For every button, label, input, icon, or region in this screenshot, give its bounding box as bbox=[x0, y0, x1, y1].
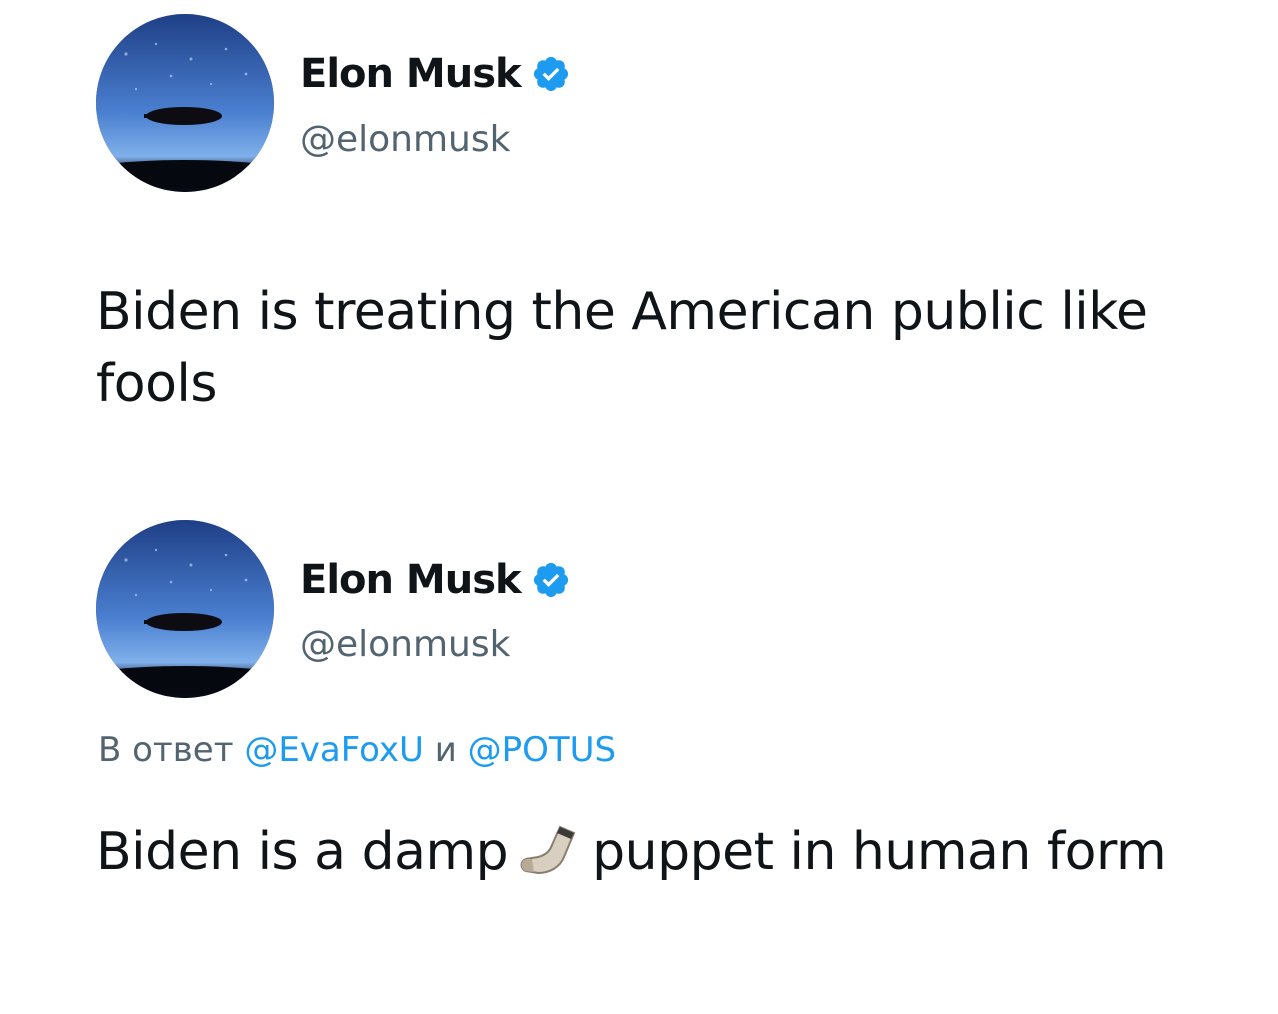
avatar-image bbox=[96, 520, 274, 698]
tweet-text-part: puppet in human form bbox=[592, 822, 1167, 882]
verified-badge-icon bbox=[533, 56, 568, 92]
verified-badge-icon bbox=[533, 562, 568, 598]
sock-icon bbox=[520, 825, 576, 875]
tweet-text-part: Biden is a damp bbox=[96, 822, 509, 882]
tweet-text: Biden is a damp puppet in human form bbox=[96, 816, 1266, 888]
reply-context: В ответ @EvaFoxU и @POTUS bbox=[98, 728, 616, 772]
author-handle[interactable]: @elonmusk bbox=[300, 117, 510, 163]
reply-prefix: В ответ bbox=[98, 730, 234, 770]
author-name-row: Elon Musk bbox=[300, 554, 571, 606]
author-handle[interactable]: @elonmusk bbox=[300, 622, 510, 668]
author-name[interactable]: Elon Musk bbox=[300, 48, 522, 100]
author-name-row: Elon Musk bbox=[300, 48, 571, 100]
tweet-text: Biden is treating the American public li… bbox=[96, 282, 1148, 414]
author-name[interactable]: Elon Musk bbox=[300, 554, 522, 606]
reply-conjunction: и bbox=[434, 730, 457, 770]
avatar[interactable] bbox=[96, 520, 274, 698]
avatar[interactable] bbox=[96, 14, 274, 192]
avatar-image bbox=[96, 14, 274, 192]
tweet-2: Elon Musk @elonmusk В ответ @EvaFoxU и @… bbox=[0, 500, 1278, 1014]
tweet-1: Elon Musk @elonmusk Biden is treating th… bbox=[0, 0, 1278, 500]
mention-link[interactable]: @POTUS bbox=[468, 730, 617, 770]
mention-link[interactable]: @EvaFoxU bbox=[244, 730, 424, 770]
